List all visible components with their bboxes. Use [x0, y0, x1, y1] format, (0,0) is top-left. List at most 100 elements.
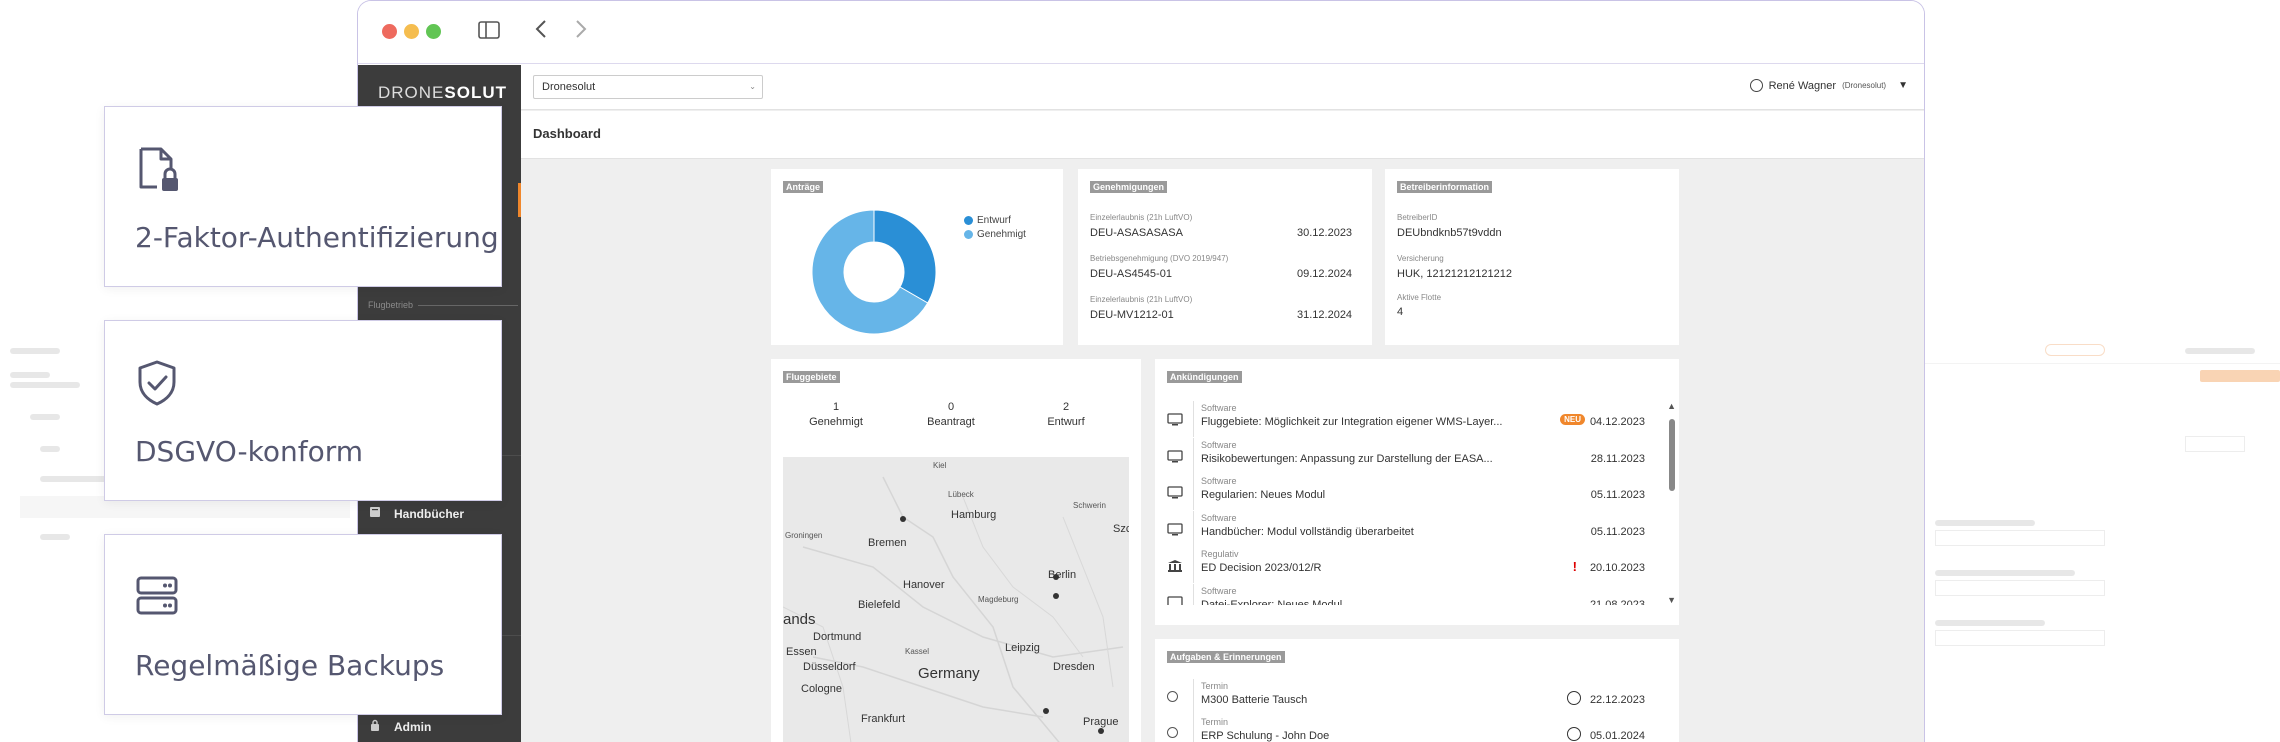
feature-label: 2-Faktor-Authentifizierung: [135, 221, 499, 254]
map-label: Hanover: [903, 579, 945, 591]
forward-arrow-icon[interactable]: [568, 19, 594, 45]
permit-type: Einzelerlaubnis (21h LuftVO): [1090, 213, 1193, 222]
task-row[interactable]: Termin ERP Schulung - John Doe 05.01.202…: [1167, 715, 1657, 742]
map-label: Groningen: [785, 531, 823, 540]
field-label: Versicherung: [1397, 254, 1444, 263]
lock-icon: [368, 719, 382, 734]
map-label: ands: [783, 611, 816, 628]
important-icon: !: [1572, 559, 1577, 574]
permit-id[interactable]: DEU-ASASASASA: [1090, 227, 1183, 239]
betreiber-card: Betreiberinformation BetreiberID DEUbndk…: [1385, 169, 1679, 345]
file-lock-icon: [139, 147, 178, 191]
book-icon: [368, 506, 382, 521]
announcement-row[interactable]: Software Regularien: Neues Modul 05.11.202…: [1167, 474, 1657, 510]
task-complete-radio[interactable]: [1167, 727, 1178, 738]
map-label: Dortmund: [813, 631, 862, 643]
map-label: Szc: [1113, 523, 1129, 535]
permit-id[interactable]: DEU-AS4545-01: [1090, 268, 1172, 280]
user-icon: [1749, 79, 1763, 92]
monitor-icon: [1167, 413, 1183, 426]
map-label: Düsseldorf: [803, 661, 856, 673]
bank-icon: [1167, 559, 1183, 572]
pie-slice-entwurf[interactable]: [873, 209, 937, 304]
background-screen-right: [1925, 336, 2280, 742]
fluggebiete-card: Fluggebiete 1 Genehmigt 0 Beantragt 2 En…: [771, 359, 1141, 742]
stat-beantragt[interactable]: 0 Beantragt: [906, 401, 996, 428]
back-arrow-icon[interactable]: [528, 19, 554, 45]
minimize-window-button[interactable]: [404, 24, 419, 39]
card-title: Betreiberinformation: [1397, 181, 1493, 193]
monitor-icon: [1167, 449, 1183, 462]
permit-type: Einzelerlaubnis (21h LuftVO): [1090, 295, 1193, 304]
legend-entwurf: Entwurf: [964, 215, 1011, 226]
scroll-down-icon[interactable]: ▼: [1667, 595, 1676, 605]
permit-date: 31.12.2024: [1297, 309, 1353, 321]
brand-logo[interactable]: DRONESOLUT: [378, 83, 507, 103]
organization-select[interactable]: Dronesolut ⌄: [533, 75, 763, 99]
map-label: Essen: [786, 646, 817, 658]
map-label: Kiel: [933, 461, 947, 470]
operator-id-value: DEUbndknb57t9vddn: [1397, 227, 1502, 239]
monitor-icon: [1167, 522, 1183, 535]
fluggebiete-map[interactable]: Kiel Lübeck Hamburg Schwerin Bremen Gron…: [783, 457, 1129, 742]
sidebar-item-handbuecher[interactable]: Handbücher: [368, 506, 464, 521]
field-label: BetreiberID: [1397, 213, 1438, 222]
announcement-row[interactable]: Software Datei-Explorer: Neues Modul 21.08…: [1167, 583, 1657, 605]
map-label: Lübeck: [948, 490, 974, 499]
scroll-up-icon[interactable]: ▲: [1667, 401, 1676, 411]
page-title: Dashboard: [533, 126, 601, 141]
permit-id[interactable]: DEU-MV1212-01: [1090, 309, 1174, 321]
active-fleet-value: 4: [1397, 306, 1404, 318]
map-label: Germany: [918, 665, 980, 682]
sidebar-item-admin[interactable]: Admin: [368, 719, 431, 734]
feature-card-dsgvo: DSGVO-konform: [104, 320, 502, 501]
field-label: Aktive Flotte: [1397, 293, 1442, 302]
map-label: Schwerin: [1073, 501, 1106, 510]
feature-label: Regelmäßige Backups: [135, 649, 445, 682]
page-header: Dashboard: [521, 111, 1924, 159]
feature-label: DSGVO-konform: [135, 435, 363, 468]
antraege-card: Anträge Entwurf Genehmigt: [771, 169, 1063, 345]
announcement-row[interactable]: Software Handbücher: Modul vollständig üb…: [1167, 510, 1657, 547]
map-label: Leipzig: [1005, 642, 1040, 654]
permit-date: 09.12.2024: [1297, 268, 1353, 280]
map-label: Cologne: [801, 683, 842, 695]
browser-window: DRONESOLUT Flugbetrieb Handbücher Admin …: [357, 0, 1925, 742]
monitor-icon: [1167, 486, 1183, 499]
scrollbar-thumb[interactable]: [1669, 419, 1675, 491]
stat-entwurf[interactable]: 2 Entwurf: [1021, 401, 1111, 428]
task-row[interactable]: Termin M300 Batterie Tausch 22.12.2023: [1167, 679, 1657, 715]
task-complete-radio[interactable]: [1167, 691, 1178, 702]
announcement-row[interactable]: Regulativ ED Decision 2023/012/R! 20.10.20…: [1167, 547, 1657, 583]
card-title: Genehmigungen: [1090, 181, 1168, 193]
server-icon: [136, 576, 178, 615]
feature-card-2fa: 2-Faktor-Authentifizierung: [104, 106, 502, 287]
announcement-row[interactable]: Software Risikobewertungen: Anpassung zur…: [1167, 437, 1657, 474]
sidebar-toggle-icon[interactable]: [476, 19, 502, 45]
card-title: Fluggebiete: [783, 371, 840, 383]
user-menu[interactable]: René Wagner (Dronesolut) ▼: [1749, 79, 1908, 92]
announcement-row[interactable]: Software Fluggebiete: Möglichkeit zur Int…: [1167, 401, 1657, 437]
feature-card-backups: Regelmäßige Backups: [104, 534, 502, 715]
aufgaben-card: Aufgaben & Erinnerungen Termin M300 Batt…: [1155, 639, 1679, 742]
map-label: Kassel: [905, 647, 930, 656]
permit-date: 30.12.2023: [1297, 227, 1353, 239]
map-label: Prague: [1083, 716, 1119, 728]
permit-type: Betriebsgenehmigung (DVO 2019/947): [1090, 254, 1229, 263]
sidebar-section-label: Flugbetrieb: [368, 300, 414, 310]
clock-icon: [1567, 691, 1581, 705]
stat-genehmigt[interactable]: 1 Genehmigt: [791, 401, 881, 428]
map-label: Bielefeld: [858, 599, 901, 611]
monitor-icon: [1167, 595, 1183, 605]
map-label: Magdeburg: [978, 595, 1019, 604]
maximize-window-button[interactable]: [426, 24, 441, 39]
shield-check-icon: [138, 360, 176, 406]
map-label: Dresden: [1053, 661, 1095, 673]
ankuendigungen-card: Ankündigungen Software Fluggebiete: Mögli…: [1155, 359, 1679, 625]
chevron-down-icon: ⌄: [749, 82, 756, 91]
legend-swatch-genehmigt: [964, 230, 973, 239]
legend-swatch-entwurf: [964, 216, 973, 225]
map-label: Hamburg: [951, 509, 997, 521]
antraege-pie-chart: [811, 209, 937, 335]
close-window-button[interactable]: [382, 24, 397, 39]
